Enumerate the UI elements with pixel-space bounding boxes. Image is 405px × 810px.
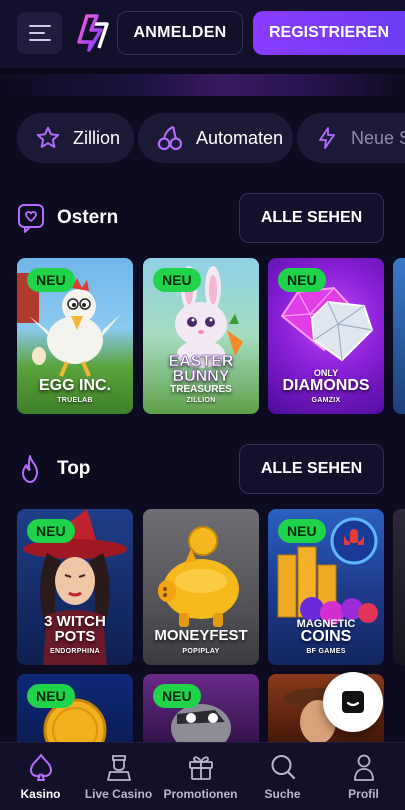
- menu-button[interactable]: [17, 12, 62, 54]
- nav-promotionen[interactable]: Promotionen: [160, 743, 241, 810]
- dealer-icon: [106, 755, 131, 781]
- section-title: Ostern: [57, 207, 119, 228]
- game-card-moneyfest[interactable]: MONEYFEST POPIPLAY: [143, 509, 259, 665]
- new-badge: NEU: [27, 684, 75, 708]
- chip-label: Neue Spiele: [351, 127, 405, 148]
- new-badge: NEU: [27, 268, 75, 292]
- game-card-only-diamonds[interactable]: NEU ONLY DIAMONDS GAMZIX: [268, 258, 384, 414]
- new-badge: NEU: [153, 684, 201, 708]
- game-card-partial[interactable]: [393, 509, 405, 665]
- see-all-button[interactable]: ALLE SEHEN: [239, 444, 384, 494]
- new-badge: NEU: [153, 268, 201, 292]
- nav-kasino[interactable]: Kasino: [0, 743, 81, 810]
- bottom-navigation: Kasino Live Casino Promotionen Suche Pro…: [0, 742, 405, 810]
- spade-icon: [29, 754, 52, 781]
- see-all-button[interactable]: ALLE SEHEN: [239, 193, 384, 243]
- flame-icon: [22, 455, 38, 483]
- register-button[interactable]: REGISTRIEREN: [253, 11, 405, 55]
- cherries-icon: [157, 125, 183, 151]
- game-card-partial[interactable]: [393, 258, 405, 414]
- game-title: EASTER BUNNY: [168, 353, 234, 385]
- game-provider: POPIPLAY: [182, 648, 220, 655]
- game-provider: ZILLION: [186, 397, 216, 404]
- nav-label: Kasino: [20, 787, 61, 801]
- game-title: DIAMONDS: [282, 377, 370, 394]
- game-title: COINS: [300, 628, 352, 645]
- game-provider: BF GAMES: [306, 648, 346, 655]
- chip-automaten[interactable]: Automaten: [138, 113, 293, 163]
- game-row-ostern: NEU EGG INC. TRUELAB NEU EASTER BUNNY TR…: [0, 258, 405, 414]
- category-chips: Zillion Automaten Neue Spiele: [0, 113, 405, 163]
- game-title: MONEYFEST: [154, 627, 248, 644]
- user-icon: [353, 754, 374, 781]
- game-provider: TRUELAB: [57, 397, 93, 404]
- nav-label: Suche: [264, 787, 301, 801]
- game-title: 3 WITCH POTS: [44, 613, 106, 645]
- nav-profil[interactable]: Profil: [323, 743, 404, 810]
- game-card-magnetic-coins[interactable]: NEU MAGNETIC COINS BF GAMES: [268, 509, 384, 665]
- section-title: Top: [57, 458, 91, 479]
- nav-label: Live Casino: [84, 787, 153, 801]
- chip-label: Zillion: [73, 127, 121, 148]
- chip-zillion[interactable]: Zillion: [17, 113, 134, 163]
- game-row-top: NEU 3 WITCH POTS ENDORPHINA MONEYFEST PO…: [0, 509, 405, 665]
- gift-icon: [188, 756, 213, 780]
- new-badge: NEU: [278, 519, 326, 543]
- top-header: ANMELDEN REGISTRIEREN: [0, 0, 405, 68]
- section-header-ostern: Ostern ALLE SEHEN: [0, 193, 405, 243]
- new-badge: NEU: [27, 519, 75, 543]
- game-title: EGG INC.: [38, 377, 111, 394]
- live-chat-button[interactable]: [323, 672, 383, 732]
- chat-icon: [342, 691, 364, 713]
- game-card-gold-coin[interactable]: NEU: [17, 674, 133, 742]
- game-card-egg-inc[interactable]: NEU EGG INC. TRUELAB: [17, 258, 133, 414]
- chip-label: Automaten: [196, 127, 284, 148]
- nav-label: Promotionen: [163, 787, 238, 801]
- section-header-top: Top ALLE SEHEN: [0, 444, 405, 494]
- login-button[interactable]: ANMELDEN: [117, 11, 243, 55]
- game-card-3-witch-pots[interactable]: NEU 3 WITCH POTS ENDORPHINA: [17, 509, 133, 665]
- promo-banner-strip[interactable]: [0, 68, 405, 96]
- lightning-icon: [319, 127, 335, 149]
- nav-suche[interactable]: Suche: [242, 743, 323, 810]
- brand-logo[interactable]: [73, 12, 113, 54]
- hamburger-icon: [28, 25, 51, 41]
- new-badge: NEU: [278, 268, 326, 292]
- game-subtitle: TREASURES: [170, 384, 232, 395]
- nav-live-casino[interactable]: Live Casino: [78, 743, 159, 810]
- game-card-raccoon[interactable]: NEU: [143, 674, 259, 742]
- game-provider: GAMZIX: [311, 397, 341, 404]
- chip-neue-spiele[interactable]: Neue Spiele: [297, 113, 405, 163]
- easter-heart-icon: [18, 204, 44, 233]
- search-icon: [271, 755, 295, 780]
- game-provider: ENDORPHINA: [49, 648, 101, 655]
- nav-label: Profil: [348, 787, 379, 801]
- star-icon: [36, 126, 60, 148]
- game-card-easter-bunny[interactable]: NEU EASTER BUNNY TREASURES ZILLION: [143, 258, 259, 414]
